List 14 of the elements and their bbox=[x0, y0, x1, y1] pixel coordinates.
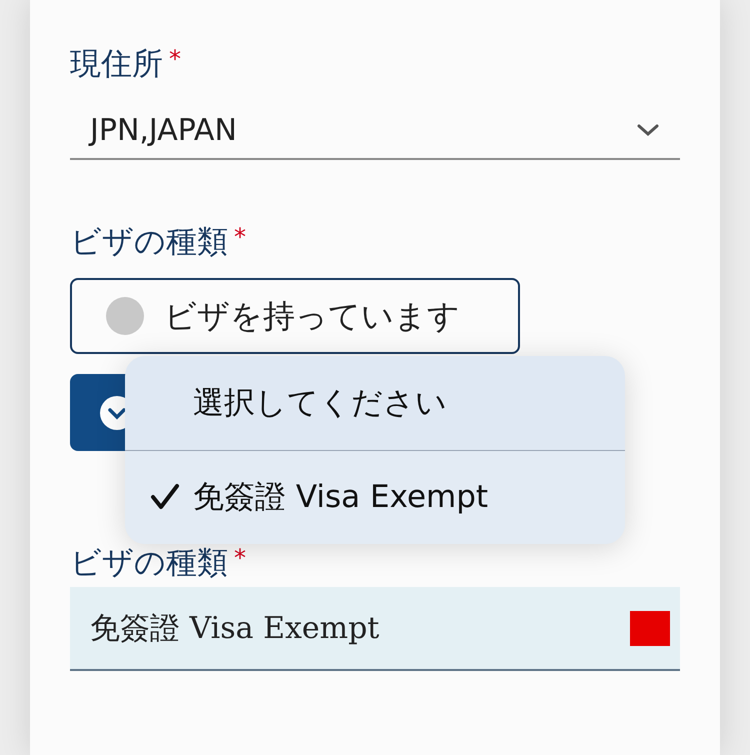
flag-marker bbox=[630, 610, 670, 646]
field-label: 現住所 bbox=[70, 45, 163, 84]
required-mark: * bbox=[234, 543, 246, 573]
required-mark: * bbox=[234, 222, 246, 252]
radio-option[interactable]: ビザを持っています bbox=[70, 278, 520, 354]
required-mark: * bbox=[169, 44, 181, 74]
menu-item[interactable]: 免簽證 Visa Exempt bbox=[125, 450, 625, 544]
chevron-down-icon bbox=[636, 122, 660, 138]
field-label: ビザの種類 bbox=[70, 223, 228, 262]
menu-item[interactable]: 選択してください bbox=[125, 356, 625, 450]
residence-select[interactable]: JPN,JAPAN bbox=[70, 102, 680, 160]
field-label: ビザの種類 bbox=[70, 544, 228, 583]
visa-type-field[interactable]: 免簽證 Visa Exempt bbox=[70, 587, 680, 671]
checkmark-icon bbox=[149, 483, 181, 512]
